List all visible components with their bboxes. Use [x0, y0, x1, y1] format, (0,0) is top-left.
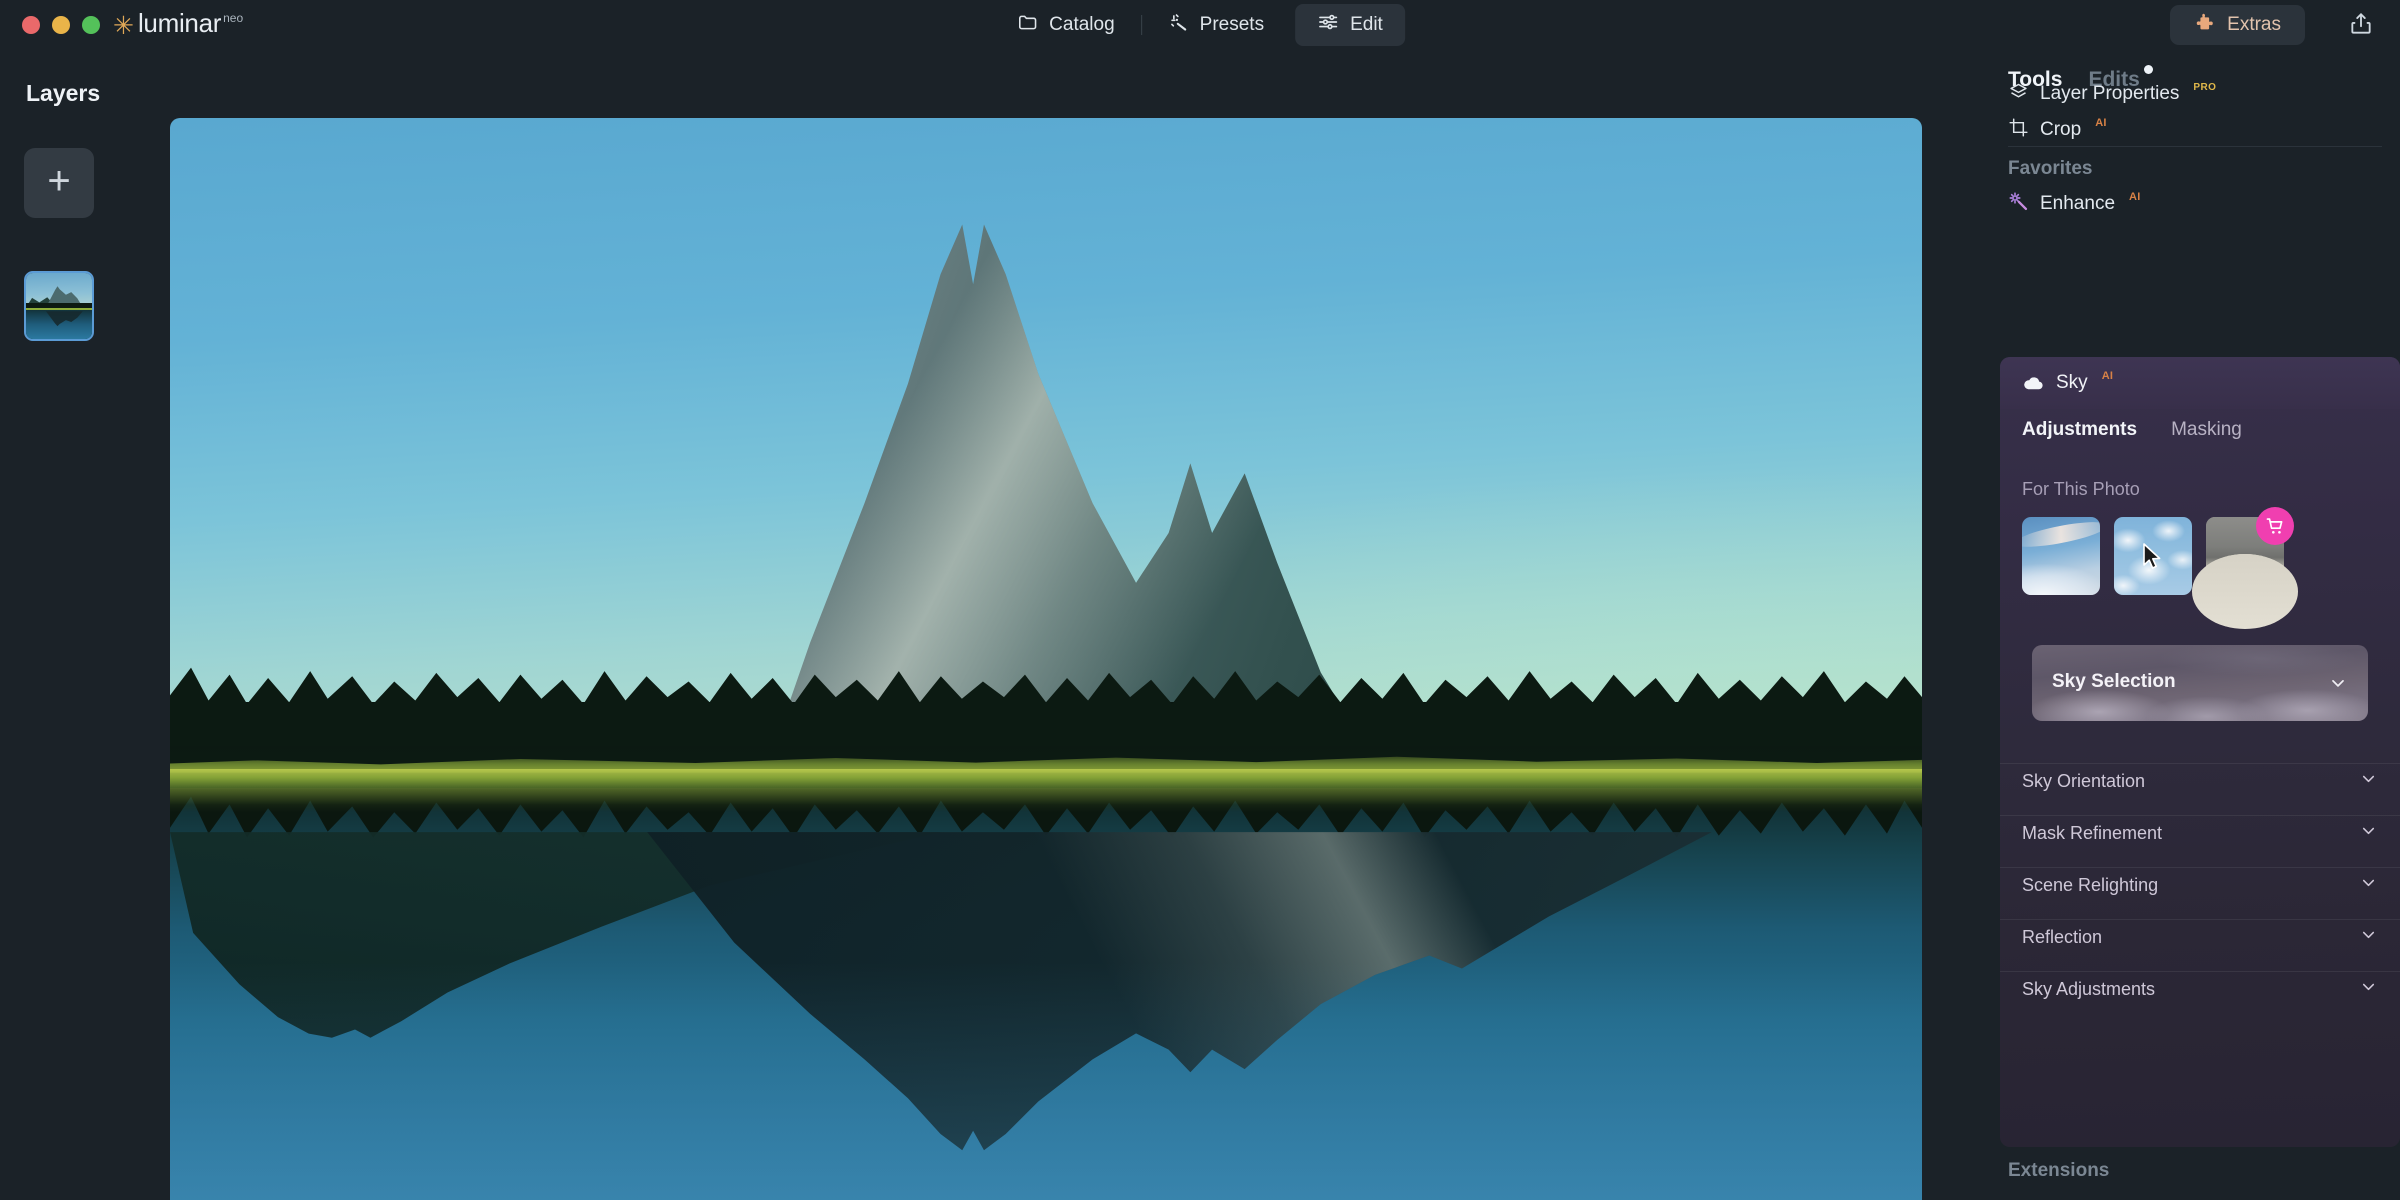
- chevron-down-icon: [2359, 821, 2378, 845]
- section-mask-refinement[interactable]: Mask Refinement: [2000, 816, 2400, 850]
- layers-panel: Layers +: [0, 50, 170, 1200]
- sky-thumb-cumulus[interactable]: [2114, 517, 2192, 595]
- edits-unsaved-dot: [2143, 64, 2153, 74]
- ai-badge: AI: [2095, 117, 2107, 129]
- plus-icon: +: [47, 159, 71, 203]
- sparkle-icon: [1168, 12, 1189, 39]
- extensions-section-label: Extensions: [2008, 1160, 2110, 1181]
- app-name: luminar: [137, 8, 222, 38]
- nav-presets-button[interactable]: Presets: [1146, 4, 1286, 46]
- ai-badge-enhance: AI: [2129, 191, 2141, 203]
- photo-grass-band: [170, 769, 1922, 788]
- tab-masking[interactable]: Masking: [2171, 419, 2242, 441]
- extras-button[interactable]: Extras: [2170, 5, 2305, 45]
- layers-icon: [2008, 81, 2029, 107]
- photo-water-sheen: [170, 961, 1922, 1200]
- section-sky-adjustments[interactable]: Sky Adjustments: [2000, 972, 2400, 1006]
- nav-catalog-button[interactable]: Catalog: [995, 4, 1137, 46]
- minimize-window-button[interactable]: [52, 16, 70, 34]
- section-sky-orientation[interactable]: Sky Orientation: [2000, 764, 2400, 798]
- sky-sub-tabs: Adjustments Masking: [2022, 419, 2242, 441]
- zoom-window-button[interactable]: [82, 16, 100, 34]
- chevron-down-icon: [2359, 925, 2378, 949]
- chevron-down-icon: [2359, 873, 2378, 897]
- folder-icon: [1017, 12, 1038, 39]
- sky-thumb-cirrus[interactable]: [2022, 517, 2100, 595]
- section-sky-orientation-label: Sky Orientation: [2022, 770, 2146, 791]
- app-edition: neo: [223, 11, 244, 25]
- extras-label: Extras: [2227, 14, 2281, 35]
- section-scene-relighting[interactable]: Scene Relighting: [2000, 868, 2400, 902]
- photo-canvas[interactable]: [170, 118, 1922, 1200]
- share-icon: [2351, 13, 2371, 34]
- layers-panel-title: Layers: [26, 80, 101, 106]
- section-reflection-label: Reflection: [2022, 926, 2103, 947]
- tab-adjustments[interactable]: Adjustments: [2022, 419, 2137, 441]
- sky-module-title: Sky: [2056, 372, 2088, 393]
- cloud-icon: [2022, 372, 2045, 395]
- sky-selection-label: Sky Selection: [2052, 671, 2176, 692]
- section-scene-relighting-label: Scene Relighting: [2022, 874, 2159, 895]
- nav-edit-label: Edit: [1350, 14, 1383, 35]
- section-reflection[interactable]: Reflection: [2000, 920, 2400, 954]
- sky-selection-dropdown[interactable]: Sky Selection: [2032, 645, 2368, 721]
- luminar-neo-window: ✳ luminar neo Catalog Presets Edit Extra…: [0, 0, 2400, 1200]
- nav-catalog-label: Catalog: [1049, 14, 1115, 35]
- mouse-cursor: [2142, 543, 2163, 576]
- photo-waterline: [170, 787, 1922, 812]
- edited-photo-mountain-lake: [170, 118, 1922, 1200]
- sky-thumbnail-list: [2022, 507, 2299, 630]
- cart-icon[interactable]: [2256, 507, 2294, 545]
- main-nav: Catalog Presets Edit: [995, 4, 1405, 46]
- chevron-down-icon: [2328, 673, 2348, 698]
- chevron-down-icon: [2359, 977, 2378, 1001]
- tool-layer-properties-label: Layer Properties: [2040, 83, 2180, 104]
- section-sky-adjustments-label: Sky Adjustments: [2022, 978, 2156, 999]
- layer-thumbnail-item[interactable]: [24, 271, 94, 341]
- sky-tool-module: Sky AI Adjustments Masking For This Phot…: [2000, 357, 2400, 1147]
- sky-thumb-overcast[interactable]: [2191, 507, 2299, 630]
- ai-badge-sky: AI: [2101, 370, 2114, 382]
- tools-divider: [2008, 146, 2382, 147]
- tool-crop-label: Crop: [2040, 119, 2082, 140]
- section-mask-refinement-label: Mask Refinement: [2022, 822, 2163, 843]
- crop-icon: [2008, 117, 2029, 143]
- title-bar: ✳ luminar neo Catalog Presets Edit Extra…: [0, 0, 2400, 50]
- nav-presets-label: Presets: [1199, 14, 1265, 35]
- nav-edit-button[interactable]: Edit: [1295, 4, 1405, 46]
- luminar-star-icon: ✳: [113, 12, 134, 40]
- tool-enhance-label: Enhance: [2040, 193, 2116, 214]
- tool-layer-properties[interactable]: Layer Properties PRO: [2008, 74, 2382, 114]
- tool-crop[interactable]: Crop AI: [2008, 110, 2382, 150]
- puzzle-icon: [2194, 11, 2216, 39]
- add-layer-button[interactable]: +: [24, 148, 94, 218]
- tool-enhance[interactable]: Enhance AI: [2008, 184, 2382, 224]
- window-traffic-lights: [22, 16, 100, 34]
- for-this-photo-label: For This Photo: [2022, 479, 2140, 499]
- sky-module-header[interactable]: Sky AI: [2000, 357, 2400, 409]
- favorites-section-label: Favorites: [2008, 158, 2093, 179]
- close-window-button[interactable]: [22, 16, 40, 34]
- pro-badge: PRO: [2193, 81, 2217, 93]
- tools-panel: Tools Edits Layer Properties PRO Crop AI…: [1990, 50, 2400, 1200]
- nav-divider: [1140, 15, 1142, 35]
- share-button[interactable]: [2348, 10, 2374, 43]
- sliders-icon: [1317, 11, 1339, 39]
- app-brand: ✳ luminar neo: [113, 8, 243, 39]
- chevron-down-icon: [2359, 769, 2378, 793]
- enhance-icon: [2008, 191, 2029, 217]
